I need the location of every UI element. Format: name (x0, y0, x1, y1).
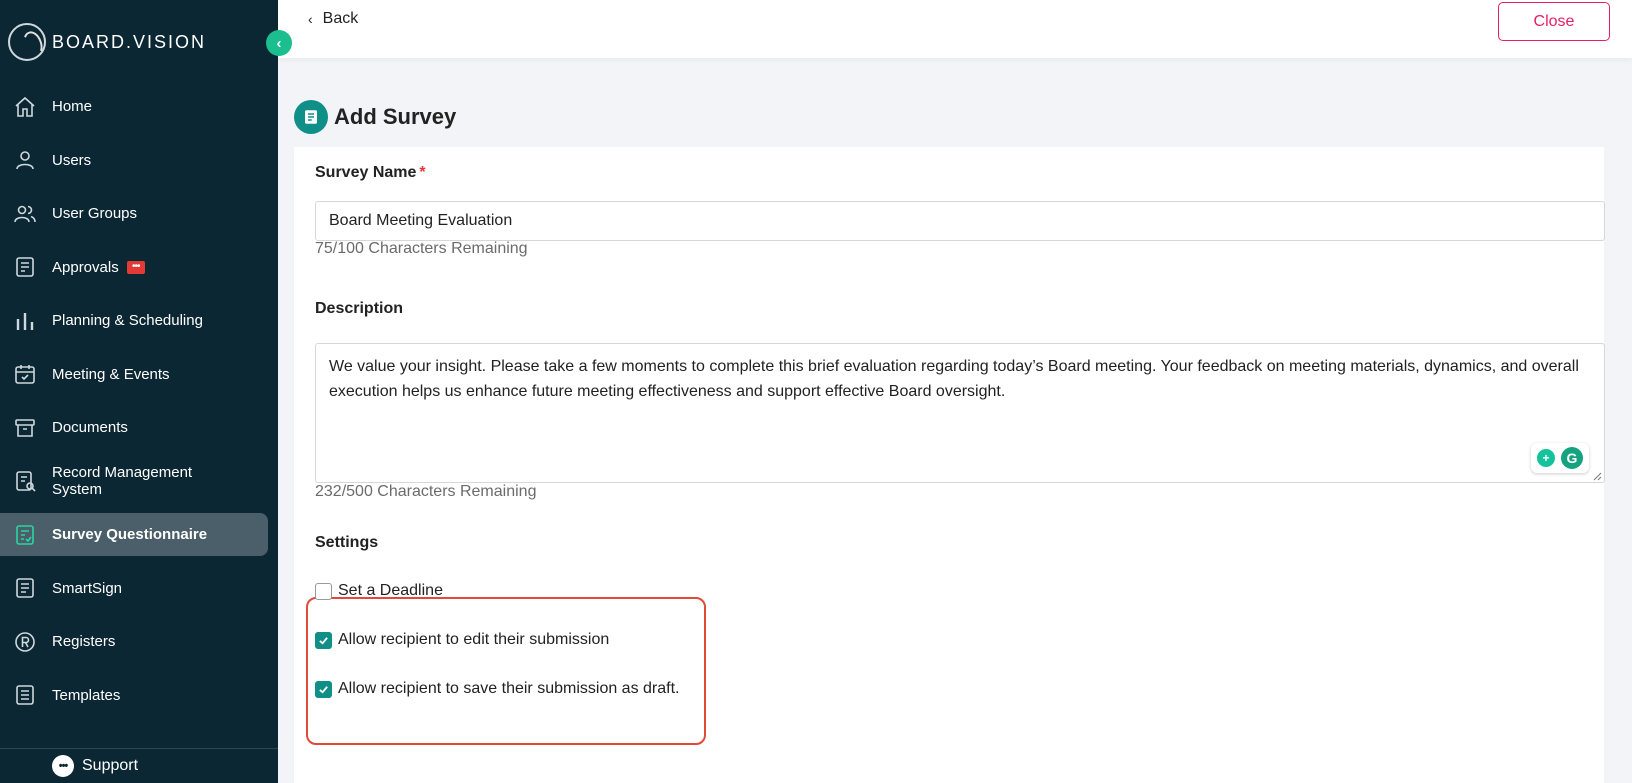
allow-edit-option[interactable]: Allow recipient to edit their submission (315, 631, 609, 649)
sidebar-item-label: Planning & Scheduling (52, 312, 203, 330)
sidebar-item-smartsign[interactable]: SmartSign (0, 562, 278, 616)
chevron-left-icon: ‹ (276, 34, 282, 52)
settings-label: Settings (315, 534, 379, 551)
sidebar-item-label: Users (52, 151, 92, 169)
page-title: Add Survey (334, 104, 457, 129)
logo-mark-icon (8, 23, 46, 61)
checkmark-icon (319, 636, 328, 645)
sidebar-item-approvals[interactable]: Approvals ••• (0, 241, 278, 295)
survey-name-char-counter: 75/100 Characters Remaining (315, 240, 528, 257)
allow-draft-checkbox[interactable] (315, 680, 332, 698)
survey-icon (294, 100, 328, 134)
top-header: ‹ Back Close (278, 0, 1632, 58)
sidebar-item-templates[interactable]: Templates (0, 669, 278, 723)
allow-edit-label: Allow recipient to edit their submission (338, 631, 610, 648)
sidebar-item-label: Registers (52, 633, 116, 651)
survey-name-input[interactable] (315, 201, 1605, 241)
page-header: Add Survey (294, 100, 456, 134)
sidebar-item-home[interactable]: Home (0, 80, 278, 134)
allow-draft-option[interactable]: Allow recipient to save their submission… (315, 680, 679, 698)
lightbulb-icon[interactable]: + (1537, 449, 1555, 467)
sidebar: BOARD.VISION Home Users User Groups Appr… (0, 0, 278, 783)
set-deadline-option[interactable]: Set a Deadline (315, 582, 443, 600)
sidebar-item-planning-scheduling[interactable]: Planning & Scheduling (0, 294, 278, 348)
archive-box-icon (12, 415, 38, 441)
brand-name: BOARD.VISION (52, 31, 207, 52)
sidebar-nav: Home Users User Groups Approvals ••• Pla… (0, 80, 278, 722)
allow-draft-label: Allow recipient to save their submission… (338, 680, 680, 697)
sidebar-item-survey-questionnaire[interactable]: Survey Questionnaire (0, 508, 278, 562)
home-icon (12, 94, 38, 120)
survey-icon (12, 522, 38, 548)
sidebar-item-user-groups[interactable]: User Groups (0, 187, 278, 241)
survey-name-label-text: Survey Name (315, 164, 417, 181)
notification-badge: ••• (126, 260, 145, 274)
sidebar-collapse-button[interactable]: ‹ (266, 30, 292, 56)
sidebar-item-label: Record Management System (52, 464, 193, 499)
set-deadline-checkbox[interactable] (315, 582, 332, 600)
support-button[interactable]: ••• Support (0, 748, 278, 783)
description-label: Description (315, 300, 404, 317)
sidebar-item-record-management[interactable]: Record Management System (0, 455, 278, 509)
sidebar-item-meeting-events[interactable]: Meeting & Events (0, 348, 278, 402)
set-deadline-label: Set a Deadline (338, 582, 443, 599)
resize-handle-icon[interactable] (1592, 471, 1602, 481)
record-search-icon (12, 468, 38, 494)
chevron-left-icon: ‹ (308, 11, 313, 27)
sidebar-item-label: Survey Questionnaire (52, 526, 208, 544)
user-group-icon (12, 201, 38, 227)
allow-edit-checkbox[interactable] (315, 631, 332, 649)
description-char-counter: 232/500 Characters Remaining (315, 483, 537, 500)
checkmark-icon (319, 685, 328, 694)
sidebar-item-users[interactable]: Users (0, 134, 278, 188)
grammarly-icon[interactable]: G (1561, 447, 1583, 469)
sidebar-item-registers[interactable]: Registers (0, 615, 278, 669)
sidebar-item-label: User Groups (52, 205, 138, 223)
document-sign-icon (12, 575, 38, 601)
sidebar-item-label: SmartSign (52, 579, 123, 597)
support-label: Support (82, 757, 139, 774)
bar-chart-icon (12, 308, 38, 334)
writing-assistant-widget[interactable]: + G (1531, 443, 1589, 473)
back-label: Back (322, 10, 359, 27)
approvals-icon (12, 254, 38, 280)
add-survey-form: Survey Name* 75/100 Characters Remaining… (294, 147, 1605, 783)
brand-logo[interactable]: BOARD.VISION (8, 22, 206, 62)
survey-name-label: Survey Name * (315, 164, 426, 182)
required-indicator: * (419, 164, 426, 181)
sidebar-item-label: Approvals (52, 258, 119, 276)
registered-icon (12, 629, 38, 655)
back-link[interactable]: ‹ Back (308, 10, 358, 28)
close-button[interactable]: Close (1498, 2, 1610, 41)
sidebar-item-documents[interactable]: Documents (0, 401, 278, 455)
chat-bubble-icon: ••• (52, 755, 74, 777)
settings-highlight-box (306, 597, 706, 745)
sidebar-item-label: Home (52, 98, 93, 116)
description-textarea[interactable]: We value your insight. Please take a few… (315, 343, 1605, 483)
sidebar-item-label: Documents (52, 419, 128, 437)
calendar-icon (12, 361, 38, 387)
sidebar-item-label: Templates (52, 686, 121, 704)
sidebar-item-label: Meeting & Events (52, 365, 170, 383)
template-icon (12, 682, 38, 708)
user-icon (12, 147, 38, 173)
